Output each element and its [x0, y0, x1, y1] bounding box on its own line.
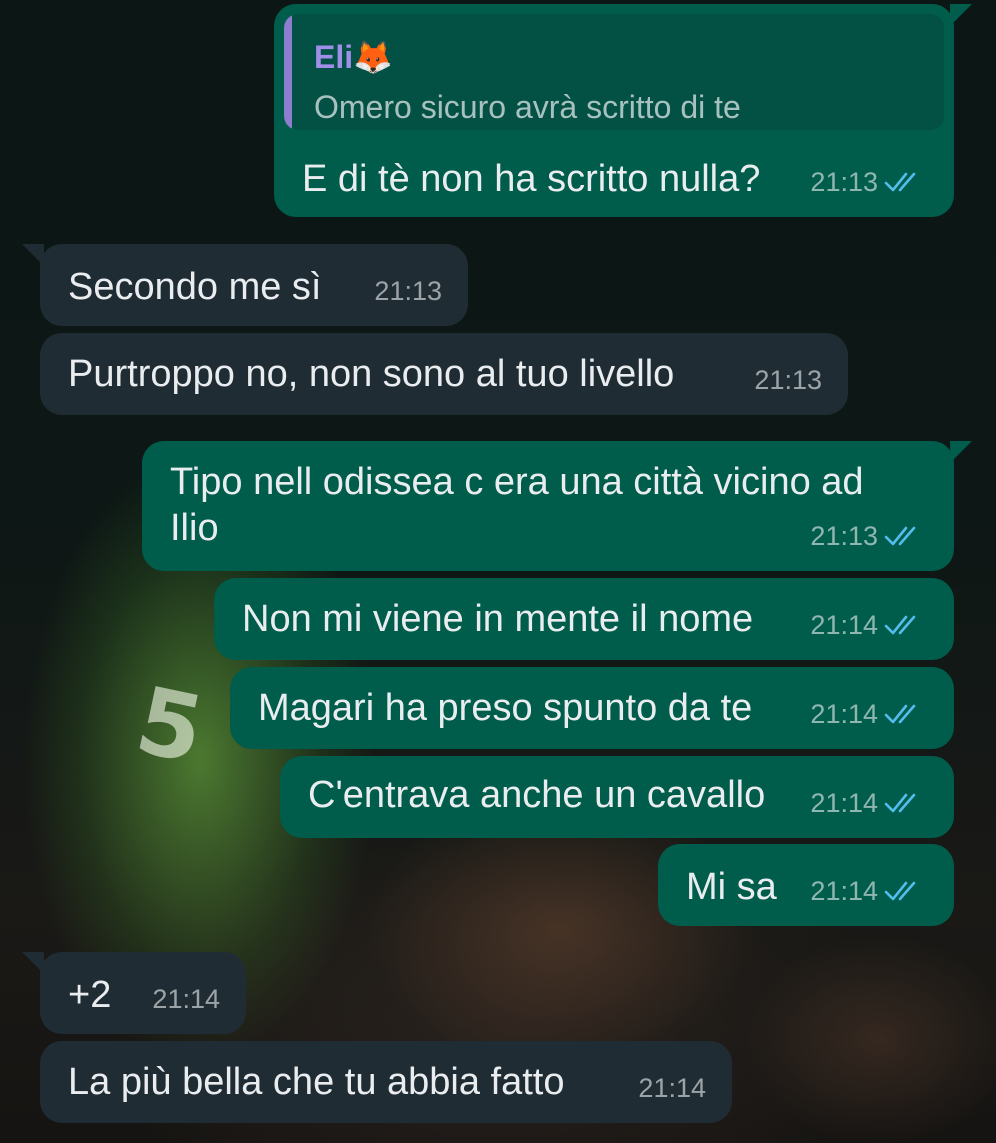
message-bubble-outgoing[interactable]: Mi sa 21:14	[658, 844, 954, 926]
quote-accent-bar	[284, 14, 292, 130]
message-text-line-1: Tipo nell odissea c era una città vicino…	[170, 461, 864, 503]
message-bubble-incoming[interactable]: +2 21:14	[22, 952, 246, 1034]
message-time: 21:14	[810, 788, 878, 818]
bubble-tail	[22, 244, 44, 266]
message-time: 21:14	[810, 610, 878, 640]
message-text: +2	[68, 974, 112, 1016]
message-bubble-outgoing[interactable]: Eli🦊 Omero sicuro avrà scritto di te E d…	[274, 4, 972, 217]
message-text: Magari ha preso spunto da te	[258, 687, 753, 729]
message-bubble-outgoing[interactable]: Tipo nell odissea c era una città vicino…	[142, 441, 972, 571]
message-meta: 21:14	[810, 780, 928, 826]
message-time: 21:14	[638, 1073, 706, 1103]
message-time: 21:14	[810, 699, 878, 729]
message-text-line-2: Ilio	[170, 507, 219, 549]
message-time: 21:14	[152, 984, 220, 1014]
message-meta: 21:14	[810, 868, 928, 914]
message-bubble-incoming[interactable]: La più bella che tu abbia fatto 21:14	[40, 1041, 732, 1123]
message-text: Secondo me sì	[68, 266, 322, 308]
message-text: La più bella che tu abbia fatto	[68, 1061, 565, 1103]
message-bubble-outgoing[interactable]: C'entrava anche un cavallo 21:14	[280, 756, 954, 838]
message-meta: 21:13	[810, 513, 928, 559]
bubble-tail	[22, 952, 44, 974]
quote-author: Eli🦊	[314, 39, 393, 75]
message-bubble-outgoing[interactable]: Non mi viene in mente il nome 21:14	[214, 578, 954, 660]
message-time: 21:13	[810, 167, 878, 197]
message-time: 21:13	[754, 365, 822, 395]
message-time: 21:13	[374, 276, 442, 306]
message-text: E di tè non ha scritto nulla?	[302, 158, 761, 200]
message-time: 21:14	[810, 876, 878, 906]
message-text: Non mi viene in mente il nome	[242, 598, 754, 640]
message-text: Mi sa	[686, 866, 777, 908]
wallpaper-jersey-number: 5	[127, 666, 213, 785]
double-check-icon	[884, 881, 916, 901]
message-meta: 21:13	[810, 159, 928, 205]
message-bubble-outgoing[interactable]: Magari ha preso spunto da te 21:14	[230, 667, 954, 749]
message-bubble-incoming[interactable]: Secondo me sì 21:13	[22, 244, 468, 326]
message-bubble-incoming[interactable]: Purtroppo no, non sono al tuo livello 21…	[40, 333, 848, 415]
message-meta: 21:14	[810, 691, 928, 737]
double-check-icon	[884, 172, 916, 192]
double-check-icon	[884, 615, 916, 635]
bubble-tail	[950, 4, 972, 26]
message-text: C'entrava anche un cavallo	[308, 774, 766, 816]
double-check-icon	[884, 704, 916, 724]
quote-text: Omero sicuro avrà scritto di te	[314, 89, 741, 125]
quoted-reply[interactable]: Eli🦊 Omero sicuro avrà scritto di te	[284, 14, 944, 130]
double-check-icon	[884, 793, 916, 813]
message-meta: 21:14	[810, 602, 928, 648]
message-time: 21:13	[810, 521, 878, 551]
double-check-icon	[884, 526, 916, 546]
message-text: Purtroppo no, non sono al tuo livello	[68, 353, 675, 395]
bubble-tail	[950, 441, 972, 463]
